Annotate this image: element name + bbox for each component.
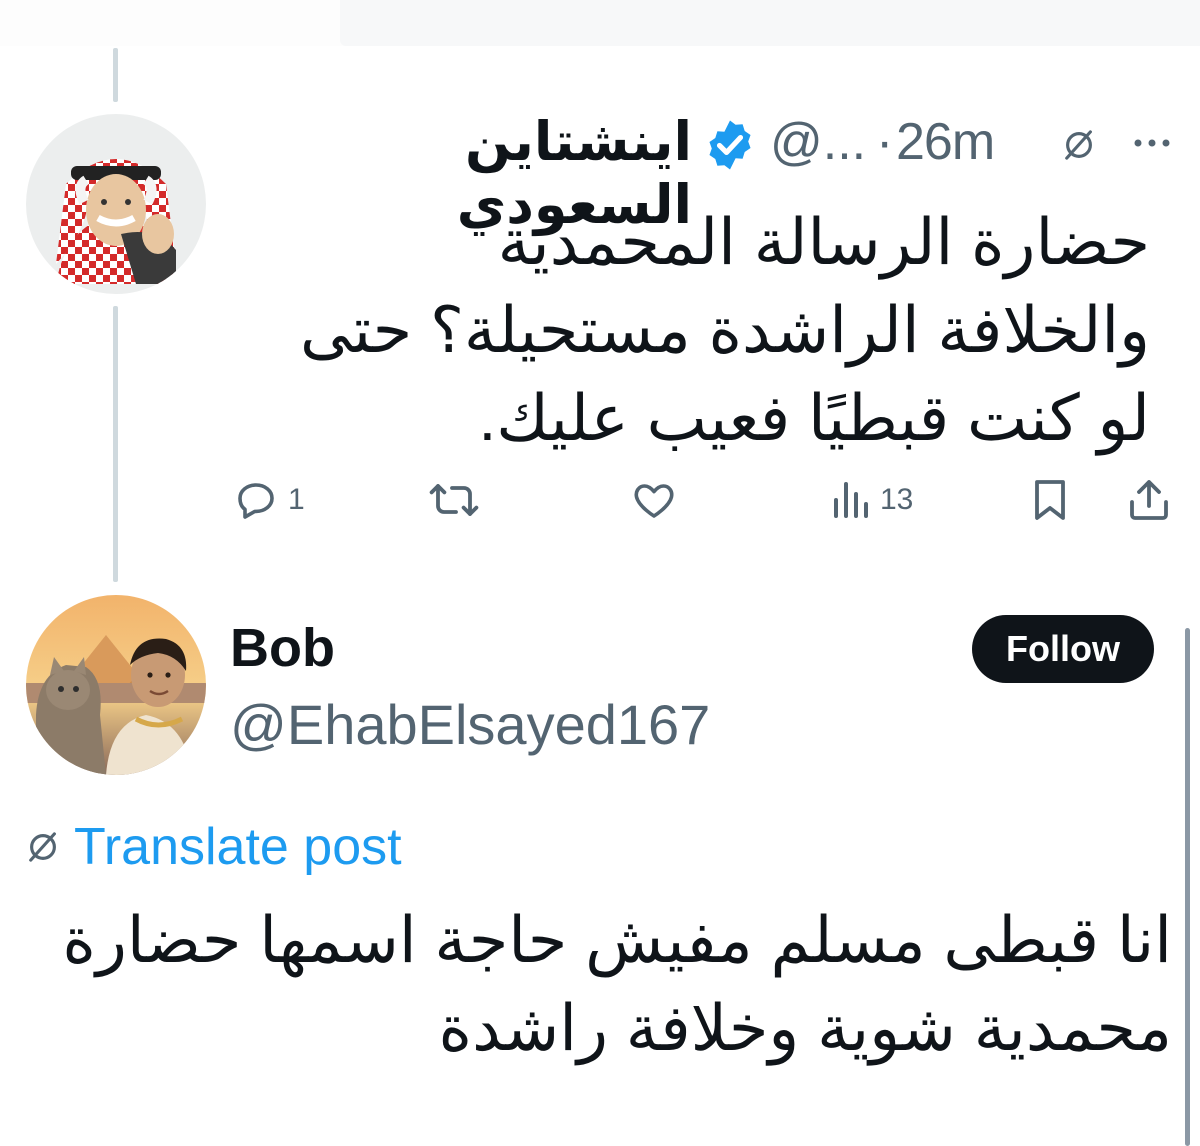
more-icon[interactable] (1132, 128, 1172, 158)
bookmark-icon (1035, 480, 1065, 520)
views-count: 13 (880, 483, 914, 516)
grok-icon[interactable] (1058, 124, 1100, 166)
page: اينشتاين السعودي @... · 26m حضارة الرسال… (0, 0, 1200, 1146)
share-icon (1130, 480, 1168, 520)
repost-icon (429, 484, 479, 516)
verified-badge-icon (709, 120, 751, 170)
cat-and-person-avatar-image (26, 595, 206, 775)
scrollbar[interactable] (1185, 628, 1190, 1146)
avatar[interactable] (26, 114, 206, 294)
reply-text-line: انا قبطى مسلم مفيش حاجة اسمها حضارة (62, 904, 1172, 976)
bookmark-button[interactable] (1028, 476, 1072, 524)
previous-post-edge (0, 0, 1200, 46)
thread-line (113, 306, 118, 582)
thread-line-top (113, 48, 118, 102)
reply-button[interactable]: 1 (232, 476, 305, 524)
grok-icon (29, 832, 56, 862)
repost-button[interactable] (428, 476, 488, 524)
reply-avatar[interactable] (26, 595, 206, 775)
einstein-avatar-image (26, 114, 206, 294)
post-text: حضارة الرسالة المحمدية والخلافة الراشدة … (230, 198, 1150, 462)
reply-count: 1 (288, 483, 305, 516)
post-text-line: لو كنت قبطيًا فعيب عليك. (478, 382, 1150, 454)
post-text-line: حضارة الرسالة المحمدية (497, 206, 1150, 278)
follow-button[interactable]: Follow (972, 615, 1154, 683)
separator-dot: · (876, 113, 894, 171)
post-text-line: والخلافة الراشدة مستحيلة؟ حتى (299, 294, 1150, 366)
views-button[interactable]: 13 (830, 476, 913, 524)
share-button[interactable] (1126, 476, 1172, 524)
reply-author-handle[interactable]: @EhabElsayed167 (230, 692, 710, 757)
translate-post-link[interactable]: Translate post (22, 817, 402, 877)
translate-post-label: Translate post (74, 818, 402, 876)
reply-icon (238, 483, 274, 519)
reply-text-line: محمدية شوية وخلافة راشدة (438, 992, 1172, 1064)
like-button[interactable] (630, 476, 686, 524)
post-time[interactable]: 26m (896, 112, 995, 172)
reply-text: انا قبطى مسلم مفيش حاجة اسمها حضارة محمد… (60, 896, 1172, 1072)
reply-author-name[interactable]: Bob (230, 617, 335, 679)
views-icon (834, 482, 868, 518)
author-handle[interactable]: @... (770, 112, 866, 172)
like-icon (634, 484, 674, 518)
